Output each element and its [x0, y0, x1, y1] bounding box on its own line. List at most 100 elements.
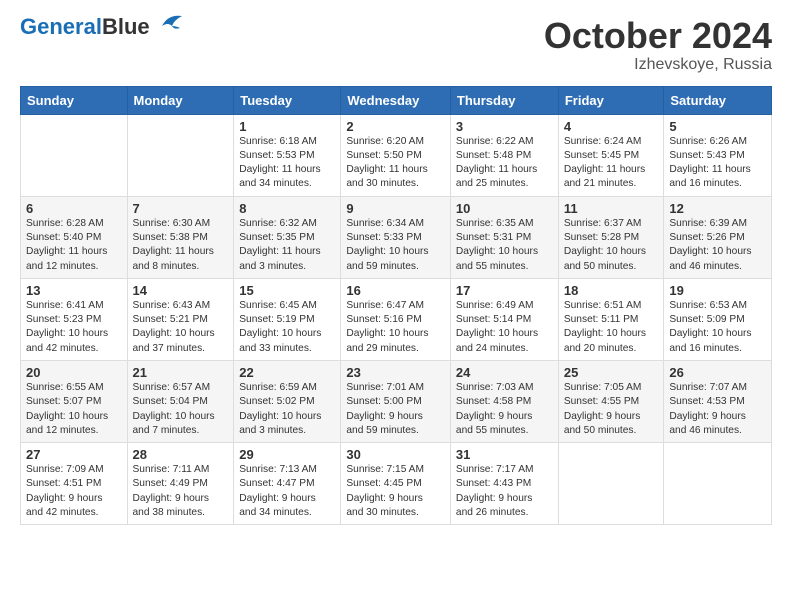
- day-info: Sunrise: 6:55 AM Sunset: 5:07 PM Dayligh…: [26, 381, 122, 438]
- day-number: 31: [456, 447, 553, 462]
- day-info: Sunrise: 6:57 AM Sunset: 5:04 PM Dayligh…: [133, 381, 229, 438]
- day-number: 29: [239, 447, 335, 462]
- day-number: 26: [669, 365, 766, 380]
- weekday-header-wednesday: Wednesday: [341, 86, 451, 114]
- weekday-header-tuesday: Tuesday: [234, 86, 341, 114]
- day-number: 25: [564, 365, 659, 380]
- calendar-cell: 2Sunrise: 6:20 AM Sunset: 5:50 PM Daylig…: [341, 114, 451, 196]
- weekday-header-thursday: Thursday: [450, 86, 558, 114]
- calendar-cell: [664, 443, 772, 525]
- day-info: Sunrise: 6:32 AM Sunset: 5:35 PM Dayligh…: [239, 217, 335, 274]
- day-info: Sunrise: 6:18 AM Sunset: 5:53 PM Dayligh…: [239, 135, 335, 192]
- weekday-header-monday: Monday: [127, 86, 234, 114]
- day-info: Sunrise: 6:41 AM Sunset: 5:23 PM Dayligh…: [26, 299, 122, 356]
- calendar-cell: 1Sunrise: 6:18 AM Sunset: 5:53 PM Daylig…: [234, 114, 341, 196]
- calendar-cell: 17Sunrise: 6:49 AM Sunset: 5:14 PM Dayli…: [450, 278, 558, 360]
- calendar-cell: 21Sunrise: 6:57 AM Sunset: 5:04 PM Dayli…: [127, 360, 234, 442]
- day-number: 5: [669, 119, 766, 134]
- day-number: 2: [346, 119, 445, 134]
- weekday-header-friday: Friday: [558, 86, 664, 114]
- calendar-cell: 7Sunrise: 6:30 AM Sunset: 5:38 PM Daylig…: [127, 196, 234, 278]
- calendar-cell: 28Sunrise: 7:11 AM Sunset: 4:49 PM Dayli…: [127, 443, 234, 525]
- weekday-header-saturday: Saturday: [664, 86, 772, 114]
- calendar-week-2: 6Sunrise: 6:28 AM Sunset: 5:40 PM Daylig…: [21, 196, 772, 278]
- day-info: Sunrise: 6:34 AM Sunset: 5:33 PM Dayligh…: [346, 217, 445, 274]
- calendar-cell: 9Sunrise: 6:34 AM Sunset: 5:33 PM Daylig…: [341, 196, 451, 278]
- calendar-week-3: 13Sunrise: 6:41 AM Sunset: 5:23 PM Dayli…: [21, 278, 772, 360]
- calendar-cell: 16Sunrise: 6:47 AM Sunset: 5:16 PM Dayli…: [341, 278, 451, 360]
- calendar-cell: 27Sunrise: 7:09 AM Sunset: 4:51 PM Dayli…: [21, 443, 128, 525]
- calendar-cell: 12Sunrise: 6:39 AM Sunset: 5:26 PM Dayli…: [664, 196, 772, 278]
- day-number: 11: [564, 201, 659, 216]
- day-info: Sunrise: 7:03 AM Sunset: 4:58 PM Dayligh…: [456, 381, 553, 438]
- logo-text-general: General: [20, 14, 102, 39]
- page: GeneralBlue October 2024 Izhevskoye, Rus…: [0, 0, 792, 612]
- day-number: 4: [564, 119, 659, 134]
- calendar-cell: 13Sunrise: 6:41 AM Sunset: 5:23 PM Dayli…: [21, 278, 128, 360]
- calendar-cell: 22Sunrise: 6:59 AM Sunset: 5:02 PM Dayli…: [234, 360, 341, 442]
- calendar-cell: 4Sunrise: 6:24 AM Sunset: 5:45 PM Daylig…: [558, 114, 664, 196]
- day-number: 24: [456, 365, 553, 380]
- calendar-cell: 23Sunrise: 7:01 AM Sunset: 5:00 PM Dayli…: [341, 360, 451, 442]
- day-info: Sunrise: 6:24 AM Sunset: 5:45 PM Dayligh…: [564, 135, 659, 192]
- calendar-week-5: 27Sunrise: 7:09 AM Sunset: 4:51 PM Dayli…: [21, 443, 772, 525]
- calendar-cell: 10Sunrise: 6:35 AM Sunset: 5:31 PM Dayli…: [450, 196, 558, 278]
- calendar-cell: 3Sunrise: 6:22 AM Sunset: 5:48 PM Daylig…: [450, 114, 558, 196]
- day-info: Sunrise: 6:45 AM Sunset: 5:19 PM Dayligh…: [239, 299, 335, 356]
- day-number: 22: [239, 365, 335, 380]
- day-info: Sunrise: 7:17 AM Sunset: 4:43 PM Dayligh…: [456, 463, 553, 520]
- weekday-header-row: SundayMondayTuesdayWednesdayThursdayFrid…: [21, 86, 772, 114]
- day-number: 13: [26, 283, 122, 298]
- calendar-cell: 18Sunrise: 6:51 AM Sunset: 5:11 PM Dayli…: [558, 278, 664, 360]
- calendar-cell: 30Sunrise: 7:15 AM Sunset: 4:45 PM Dayli…: [341, 443, 451, 525]
- day-info: Sunrise: 6:37 AM Sunset: 5:28 PM Dayligh…: [564, 217, 659, 274]
- calendar-table: SundayMondayTuesdayWednesdayThursdayFrid…: [20, 86, 772, 526]
- logo-bird-icon: [152, 12, 184, 34]
- calendar-cell: [21, 114, 128, 196]
- day-info: Sunrise: 7:11 AM Sunset: 4:49 PM Dayligh…: [133, 463, 229, 520]
- day-info: Sunrise: 7:09 AM Sunset: 4:51 PM Dayligh…: [26, 463, 122, 520]
- day-number: 6: [26, 201, 122, 216]
- day-info: Sunrise: 7:13 AM Sunset: 4:47 PM Dayligh…: [239, 463, 335, 520]
- day-info: Sunrise: 6:49 AM Sunset: 5:14 PM Dayligh…: [456, 299, 553, 356]
- calendar-cell: 8Sunrise: 6:32 AM Sunset: 5:35 PM Daylig…: [234, 196, 341, 278]
- day-info: Sunrise: 7:07 AM Sunset: 4:53 PM Dayligh…: [669, 381, 766, 438]
- calendar-cell: 6Sunrise: 6:28 AM Sunset: 5:40 PM Daylig…: [21, 196, 128, 278]
- day-number: 15: [239, 283, 335, 298]
- day-number: 20: [26, 365, 122, 380]
- day-info: Sunrise: 6:51 AM Sunset: 5:11 PM Dayligh…: [564, 299, 659, 356]
- calendar-location: Izhevskoye, Russia: [544, 56, 772, 74]
- day-info: Sunrise: 6:28 AM Sunset: 5:40 PM Dayligh…: [26, 217, 122, 274]
- day-info: Sunrise: 6:59 AM Sunset: 5:02 PM Dayligh…: [239, 381, 335, 438]
- logo: GeneralBlue: [20, 16, 184, 38]
- day-info: Sunrise: 6:39 AM Sunset: 5:26 PM Dayligh…: [669, 217, 766, 274]
- calendar-cell: 29Sunrise: 7:13 AM Sunset: 4:47 PM Dayli…: [234, 443, 341, 525]
- calendar-cell: 11Sunrise: 6:37 AM Sunset: 5:28 PM Dayli…: [558, 196, 664, 278]
- day-number: 18: [564, 283, 659, 298]
- calendar-cell: 25Sunrise: 7:05 AM Sunset: 4:55 PM Dayli…: [558, 360, 664, 442]
- calendar-title: October 2024: [544, 16, 772, 56]
- day-number: 10: [456, 201, 553, 216]
- calendar-cell: 24Sunrise: 7:03 AM Sunset: 4:58 PM Dayli…: [450, 360, 558, 442]
- logo-text-blue: Blue: [102, 14, 150, 39]
- day-info: Sunrise: 6:22 AM Sunset: 5:48 PM Dayligh…: [456, 135, 553, 192]
- day-number: 3: [456, 119, 553, 134]
- calendar-cell: 19Sunrise: 6:53 AM Sunset: 5:09 PM Dayli…: [664, 278, 772, 360]
- calendar-cell: [127, 114, 234, 196]
- day-number: 27: [26, 447, 122, 462]
- day-info: Sunrise: 7:15 AM Sunset: 4:45 PM Dayligh…: [346, 463, 445, 520]
- title-block: October 2024 Izhevskoye, Russia: [544, 16, 772, 74]
- day-info: Sunrise: 6:20 AM Sunset: 5:50 PM Dayligh…: [346, 135, 445, 192]
- day-number: 21: [133, 365, 229, 380]
- day-info: Sunrise: 6:35 AM Sunset: 5:31 PM Dayligh…: [456, 217, 553, 274]
- day-number: 19: [669, 283, 766, 298]
- day-number: 14: [133, 283, 229, 298]
- day-number: 30: [346, 447, 445, 462]
- day-number: 28: [133, 447, 229, 462]
- day-info: Sunrise: 7:05 AM Sunset: 4:55 PM Dayligh…: [564, 381, 659, 438]
- day-info: Sunrise: 6:47 AM Sunset: 5:16 PM Dayligh…: [346, 299, 445, 356]
- day-info: Sunrise: 6:26 AM Sunset: 5:43 PM Dayligh…: [669, 135, 766, 192]
- calendar-cell: 20Sunrise: 6:55 AM Sunset: 5:07 PM Dayli…: [21, 360, 128, 442]
- calendar-week-1: 1Sunrise: 6:18 AM Sunset: 5:53 PM Daylig…: [21, 114, 772, 196]
- calendar-cell: 14Sunrise: 6:43 AM Sunset: 5:21 PM Dayli…: [127, 278, 234, 360]
